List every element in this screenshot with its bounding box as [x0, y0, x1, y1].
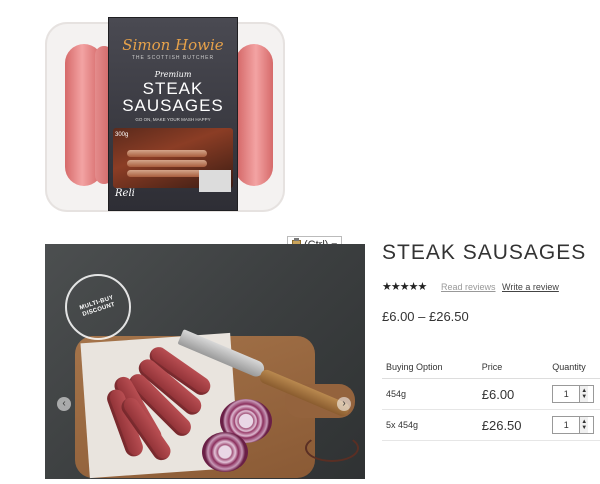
packaging-weight: 300g: [115, 132, 129, 138]
write-review-link[interactable]: Write a review: [502, 282, 559, 292]
product-photo: MULTI-BUY DISCOUNT ‹ ›: [45, 244, 365, 479]
read-reviews-link[interactable]: Read reviews: [441, 282, 496, 292]
quantity-cell: 1 ▲ ▼: [548, 378, 600, 410]
carousel-prev-button[interactable]: ‹: [57, 397, 71, 411]
option-price: £6.00: [477, 378, 549, 410]
option-price: £26.50: [477, 409, 549, 441]
table-header-row: Buying Option Price Quantity: [382, 356, 600, 379]
packaging-title-line1: STEAK: [142, 79, 204, 98]
packaging-info-panel: [199, 170, 231, 192]
grilled-sausage: [127, 160, 207, 167]
quantity-cell: 1 ▲ ▼: [548, 409, 600, 441]
buying-options-table: Buying Option Price Quantity 454g £6.00 …: [382, 356, 600, 441]
premium-label: Premium: [154, 70, 192, 79]
grilled-sausage: [127, 170, 207, 177]
quantity-stepper[interactable]: 1 ▲ ▼: [552, 385, 595, 403]
packaging-title-line2: SAUSAGES: [122, 96, 224, 115]
header-price: Price: [477, 356, 549, 379]
reli-logo: Reli: [115, 188, 135, 199]
header-buying-option: Buying Option: [382, 356, 478, 379]
stepper-arrows-icon[interactable]: ▲ ▼: [579, 386, 589, 402]
packaging-tagline: GO ON, MAKE YOUR MASH HAPPY: [135, 117, 211, 122]
product-title: STEAK SAUSAGES: [382, 241, 587, 264]
rating-stars: ★★★★★: [382, 281, 427, 293]
carousel-next-button[interactable]: ›: [337, 397, 351, 411]
quantity-input[interactable]: 1: [553, 386, 579, 402]
brand-logo: Simon Howie: [122, 36, 224, 54]
red-onion-slice: [202, 432, 248, 472]
table-row: 5x 454g £26.50 1 ▲ ▼: [382, 409, 600, 441]
quantity-stepper[interactable]: 1 ▲ ▼: [552, 416, 595, 434]
option-name: 454g: [382, 378, 478, 410]
product-packaging-image: Simon Howie THE SCOTTISH BUTCHER Premium…: [45, 0, 290, 220]
header-quantity: Quantity: [548, 356, 600, 379]
sausage-right: [235, 44, 273, 186]
twine: [305, 434, 359, 462]
quantity-input[interactable]: 1: [553, 417, 579, 433]
grilled-sausage: [127, 150, 207, 157]
multi-buy-stamp: MULTI-BUY DISCOUNT: [65, 274, 131, 340]
price-range: £6.00 – £26.50: [382, 309, 469, 324]
table-row: 454g £6.00 1 ▲ ▼: [382, 378, 600, 410]
brand-subtitle: THE SCOTTISH BUTCHER: [131, 55, 215, 61]
packaging-label: Simon Howie THE SCOTTISH BUTCHER Premium…: [109, 18, 237, 210]
multi-buy-stamp-text: MULTI-BUY DISCOUNT: [79, 294, 116, 318]
packaging-title: STEAK SAUSAGES: [109, 80, 237, 114]
stepper-arrows-icon[interactable]: ▲ ▼: [579, 417, 589, 433]
option-name: 5x 454g: [382, 409, 478, 441]
